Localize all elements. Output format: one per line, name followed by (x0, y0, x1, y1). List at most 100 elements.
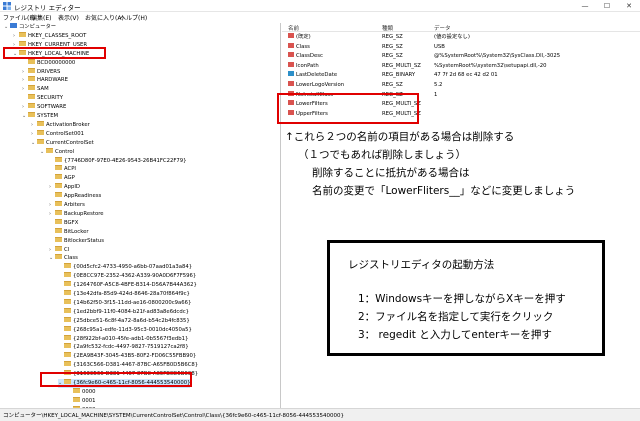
tree-item[interactable]: › HKEY_CLASSES_ROOT (13, 31, 86, 41)
folder-icon (64, 352, 71, 358)
tree-item[interactable]: › SOFTWARE (22, 103, 66, 112)
tree-item-label: AppID (64, 184, 80, 191)
tree-item[interactable]: {268c95a1-edfe-11d3-95c3-0010dc4050a5} (58, 325, 192, 335)
value-name: Class (296, 43, 310, 50)
annotation-line-4: 名前の変更で「LowerFliters__」などに変更しましょう (312, 185, 576, 197)
string-value-icon (288, 42, 294, 48)
registry-editor-icon (3, 2, 11, 10)
highlight-class-guid-box (40, 372, 192, 387)
tree-item[interactable]: › BackupRestore (49, 209, 104, 219)
tree-item[interactable]: {14b62f50-3f15-11dd-ae16-0800200c9a66} (58, 298, 192, 308)
tree-item[interactable]: {00d5cfc2-4733-4950-a6bb-07aad01a3a84} (58, 263, 192, 272)
binary-value-icon (288, 71, 294, 77)
folder-icon (28, 58, 35, 64)
tree-item[interactable]: 0000 (67, 387, 95, 397)
tree-item[interactable]: SECURITY (22, 94, 63, 103)
address-bar[interactable]: コンピューター\HKEY_LOCAL_MACHINE\SYSTEM\Curren… (0, 408, 640, 421)
key-tree-pane[interactable]: ⌄ コンピューター › HKEY_CLASSES_ROOT › HKEY_CURRENT_… (0, 23, 281, 408)
tree-item[interactable]: {1ed2bbf9-11f0-4084-b21f-ad83a8e6dcdc} (58, 307, 189, 317)
string-value-icon (288, 33, 294, 38)
tree-item[interactable]: › SAM (22, 85, 49, 94)
folder-icon (55, 236, 62, 242)
tree-item-label: {2a9fc532-fcdc-4497-9827-7519127ca2f8} (73, 344, 189, 351)
value-type: REG_MULTI_SZ (382, 62, 421, 69)
tree-item[interactable]: {28f922bf-a010-45fe-adb1-0b5567f3edb1} (58, 334, 188, 344)
tree-item-label: {3163C566-D381-4467-87BC-A65FB0D5B6C8} (73, 362, 199, 369)
value-data: USB (434, 43, 445, 50)
highlight-hklm-box (3, 47, 106, 59)
folder-icon (55, 174, 62, 180)
tree-item-label: BCD00000000 (37, 59, 76, 66)
tree-item[interactable]: {1264760F-A5C8-4BFE-B314-D56A7B44A362} (58, 281, 197, 290)
tree-item[interactable]: ACPI (49, 165, 76, 174)
menu-edit[interactable]: 編集(E) (31, 13, 51, 22)
list-header: 名前 種類 データ (282, 23, 640, 32)
tree-item[interactable]: ⌄ Control (40, 147, 75, 157)
tree-item-label: SYSTEM (37, 113, 59, 119)
value-name: LowerLogoVersion (296, 82, 345, 88)
value-row[interactable]: ClassDesc REG_SZ @%SystemRoot%\System32\Sy… (282, 52, 640, 62)
tree-item[interactable]: {7746D80F-97E0-4E26-9543-26B41FC22F79} (49, 156, 187, 166)
tree-item[interactable]: › CI (49, 245, 69, 255)
tree-item-label: HARDWARE (37, 77, 68, 84)
tree-item[interactable]: 0001 (67, 396, 95, 406)
tree-item[interactable]: {13e42dfa-85d9-424d-8646-28a70f864f9c} (58, 290, 190, 299)
folder-icon (55, 165, 62, 171)
tree-item-label: Control (55, 148, 75, 155)
tree-item[interactable]: BitLocker (49, 227, 89, 237)
folder-icon (73, 396, 80, 402)
tree-item-label: SAM (37, 86, 49, 93)
folder-icon (55, 209, 62, 215)
tree-item[interactable]: ⌄ コンピューター (4, 23, 56, 32)
column-header-data[interactable]: データ (434, 24, 451, 32)
value-name: ClassDesc (296, 53, 323, 60)
tree-item[interactable]: › AppID (49, 183, 80, 192)
folder-icon (64, 281, 71, 287)
tree-item-label: {14b62f50-3f15-11dd-ae16-0800200c9a66} (73, 299, 192, 306)
minimize-button[interactable]: — (574, 0, 596, 12)
tree-item[interactable]: {3163C566-D381-4467-87BC-A65FB0D5B6C8} (58, 361, 198, 370)
folder-icon (64, 272, 71, 278)
tree-item[interactable]: {0E8CC97E-2352-4362-A339-90A0D6F7F596} (58, 272, 196, 281)
tree-item[interactable]: AppReadiness (49, 192, 101, 201)
value-row[interactable]: (既定) REG_SZ (値の設定なし) (282, 33, 640, 43)
folder-icon (19, 40, 26, 46)
tree-item-label: AppReadiness (64, 193, 102, 200)
menu-view[interactable]: 表示(V) (58, 13, 79, 22)
tree-item-label: {1264760F-A5C8-4BFE-B314-D56A7B44A362} (73, 282, 197, 289)
value-row[interactable]: LowerLogoVersion REG_SZ 5.2 (282, 81, 640, 91)
tree-item-label: ControlSet001 (46, 130, 84, 137)
value-row[interactable]: Class REG_SZ USB (282, 42, 640, 53)
tree-item[interactable]: {2EA9B43F-3045-43B5-80F2-FD06C55FBB90} (58, 352, 196, 361)
value-name-cell: LastDeleteDate (288, 71, 337, 81)
tree-item[interactable]: {2a9fc532-fcdc-4497-9827-7519127ca2f8} (58, 343, 189, 352)
folder-icon (64, 334, 71, 340)
column-header-type[interactable]: 種類 (382, 24, 393, 32)
value-row[interactable]: IconPath REG_MULTI_SZ %SystemRoot%\system3… (282, 61, 640, 72)
tree-item[interactable]: ⌄ CurrentControlSet (31, 138, 94, 148)
tree-item[interactable]: ⌄ SYSTEM (22, 112, 58, 121)
tree-item[interactable]: BitlockerStatus (49, 236, 104, 246)
tree-item[interactable]: {25dbce51-6c8f-4a72-8a6d-b54c2b4fc835} (58, 316, 190, 326)
menu-help[interactable]: ヘルプ(H) (120, 13, 147, 22)
tree-item[interactable]: › ControlSet001 (31, 129, 84, 139)
tree-item[interactable]: › HARDWARE (22, 76, 68, 85)
tree-item[interactable]: › DRIVERS (22, 67, 60, 77)
maximize-button[interactable]: ☐ (596, 0, 618, 12)
menu-favorites[interactable]: お気に入り(A) (85, 13, 124, 22)
value-data: %SystemRoot%\system32\setupapi.dll,-20 (434, 62, 547, 69)
folder-icon (46, 147, 53, 153)
close-button[interactable]: ✕ (618, 0, 640, 12)
column-header-name[interactable]: 名前 (288, 24, 299, 32)
tree-item-label: {1ed2bbf9-11f0-4084-b21f-ad83a8e6dcdc} (73, 308, 189, 315)
folder-icon (73, 387, 80, 393)
tree-item[interactable]: ⌄ Class (49, 254, 78, 263)
tree-item[interactable]: AGP (49, 174, 75, 183)
folder-icon (64, 307, 71, 313)
folder-icon (55, 254, 62, 260)
tree-item[interactable]: BCD00000000 (22, 58, 76, 68)
tree-item[interactable]: › ActivationBroker (31, 120, 90, 130)
tree-item[interactable]: BGFX (49, 218, 78, 228)
tree-item[interactable]: › Arbiters (49, 201, 85, 210)
value-row[interactable]: LastDeleteDate REG_BINARY 47 7f 2d 68 ec 4… (282, 71, 640, 81)
